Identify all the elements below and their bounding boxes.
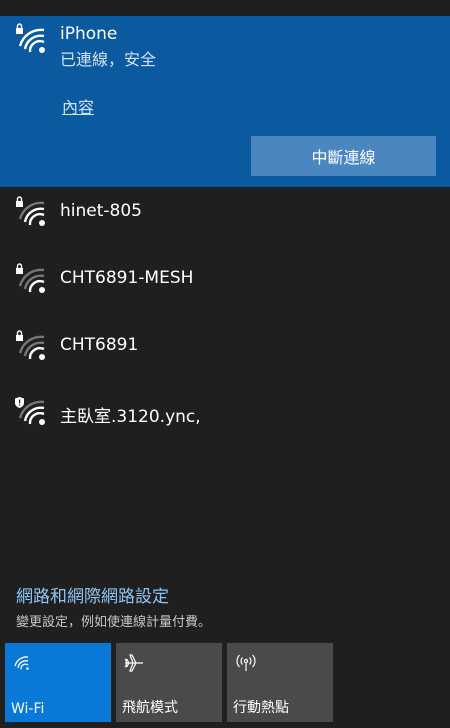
- wifi-tile-label: Wi-Fi: [11, 701, 45, 717]
- wifi-warning-icon: [14, 394, 46, 426]
- wifi-secured-icon: [14, 22, 46, 54]
- network-item-master-bedroom[interactable]: 主臥室.3120.ync,: [0, 388, 450, 454]
- connection-status: 已連線，安全: [60, 50, 157, 69]
- network-name: hinet-805: [60, 201, 142, 221]
- wifi-icon: [13, 653, 31, 675]
- network-item-cht6891-mesh[interactable]: CHT6891-MESH: [0, 254, 450, 320]
- wifi-secured-icon: [14, 262, 46, 294]
- network-name: CHT6891: [60, 335, 139, 355]
- wifi-secured-icon: [14, 329, 46, 361]
- properties-link[interactable]: 內容: [62, 94, 94, 118]
- wifi-secured-icon: [14, 195, 46, 227]
- hotspot-tile-label: 行動熱點: [233, 700, 289, 716]
- airplane-mode-tile[interactable]: 飛航模式: [116, 643, 222, 722]
- network-item-hinet-805[interactable]: hinet-805: [0, 187, 450, 253]
- network-settings-link[interactable]: 網路和網際網路設定: [16, 582, 169, 607]
- network-name: 主臥室.3120.ync,: [60, 407, 201, 427]
- network-item-cht6891[interactable]: CHT6891: [0, 321, 450, 387]
- airplane-tile-label: 飛航模式: [122, 700, 178, 716]
- network-settings-description: 變更設定，例如使連線計量付費。: [16, 615, 212, 630]
- hotspot-icon: [235, 653, 257, 677]
- connected-network-panel[interactable]: iPhone 已連線，安全 內容 中斷連線: [0, 16, 450, 187]
- disconnect-button[interactable]: 中斷連線: [251, 136, 436, 176]
- network-name: CHT6891-MESH: [60, 268, 194, 288]
- top-strip: [0, 0, 450, 16]
- mobile-hotspot-tile[interactable]: 行動熱點: [227, 643, 333, 722]
- wifi-toggle-tile[interactable]: Wi-Fi: [5, 643, 111, 722]
- connected-network-name: iPhone: [60, 24, 118, 44]
- airplane-icon: [124, 653, 144, 677]
